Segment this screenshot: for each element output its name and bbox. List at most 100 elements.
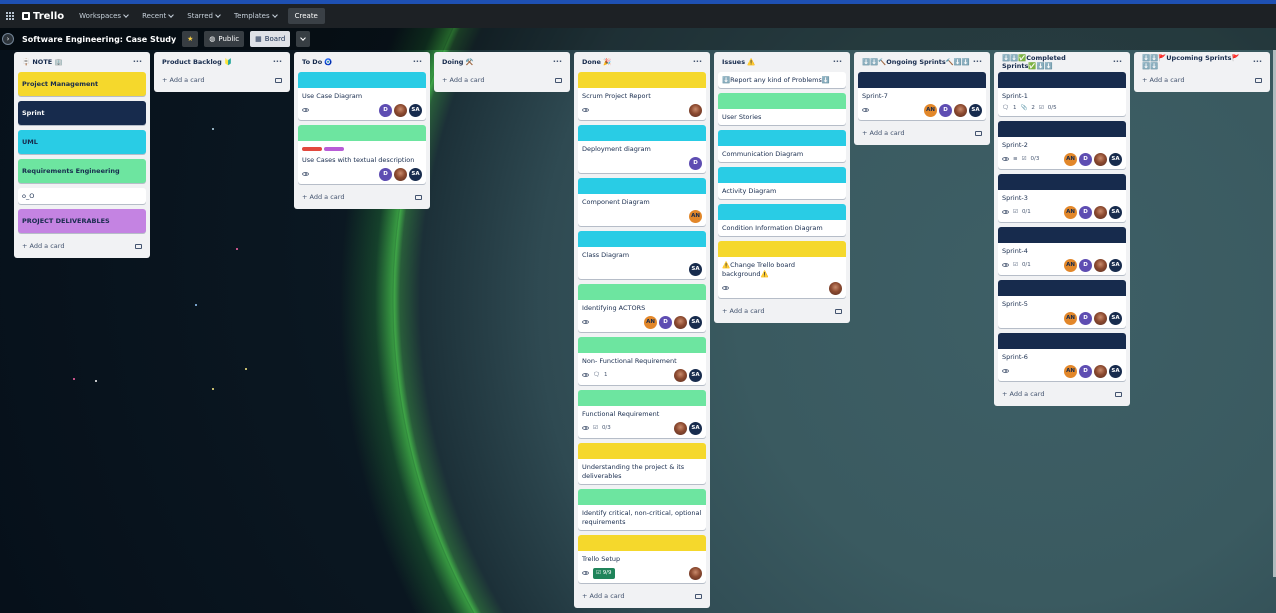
card[interactable]: Use Cases with textual description D SA xyxy=(298,125,426,184)
avatar[interactable]: SA xyxy=(409,103,422,117)
avatar[interactable]: AN xyxy=(689,209,702,223)
avatar[interactable] xyxy=(954,103,967,117)
list-title[interactable]: Issues ⚠️ xyxy=(722,58,755,66)
avatar[interactable]: AN xyxy=(1064,364,1077,378)
list-title[interactable]: ⬇️⬇️✅Completed Sprints✅⬇️⬇️ xyxy=(1002,54,1113,70)
avatar[interactable] xyxy=(674,368,687,382)
avatar[interactable]: D xyxy=(659,315,672,329)
avatar[interactable]: D xyxy=(1079,364,1092,378)
avatar[interactable]: AN xyxy=(1064,311,1077,325)
card-template-icon[interactable] xyxy=(835,308,842,314)
add-card-button[interactable]: + Add a card xyxy=(18,238,146,254)
card[interactable]: Activity Diagram xyxy=(718,167,846,199)
add-card-button[interactable]: + Add a card xyxy=(1138,72,1266,88)
avatar[interactable]: SA xyxy=(689,315,702,329)
card[interactable]: ⬇️Report any kind of Problems⬇️ xyxy=(718,72,846,88)
card[interactable]: Identify critical, non-critical, optiona… xyxy=(578,489,706,530)
card[interactable]: Non- Functional Requirement 🗨 1 SA xyxy=(578,337,706,385)
avatar[interactable]: SA xyxy=(409,167,422,181)
note-label-project-deliverables[interactable]: PROJECT DELIVERABLES xyxy=(18,209,146,233)
avatar[interactable]: D xyxy=(1079,205,1092,219)
avatar[interactable]: AN xyxy=(924,103,937,117)
avatar[interactable] xyxy=(394,167,407,181)
view-switcher-button[interactable] xyxy=(296,31,311,47)
card-template-icon[interactable] xyxy=(975,130,982,136)
card[interactable]: Scrum Project Report xyxy=(578,72,706,120)
avatar[interactable] xyxy=(1094,205,1107,219)
avatar[interactable]: SA xyxy=(969,103,982,117)
card[interactable]: Condition Information Diagram xyxy=(718,204,846,236)
list-doing[interactable]: Doing ⚒️ ··· + Add a card xyxy=(434,52,570,92)
list-menu-icon[interactable]: ··· xyxy=(413,58,422,66)
add-card-button[interactable]: + Add a card xyxy=(438,72,566,88)
add-card-button[interactable]: + Add a card xyxy=(718,303,846,319)
avatar[interactable]: AN xyxy=(644,315,657,329)
card-label[interactable] xyxy=(302,147,322,151)
card[interactable]: Deployment diagram D xyxy=(578,125,706,173)
note-label-sprint[interactable]: Sprint xyxy=(18,101,146,125)
add-card-button[interactable]: + Add a card xyxy=(578,588,706,604)
avatar[interactable] xyxy=(1094,152,1107,166)
add-card-button[interactable]: + Add a card xyxy=(158,72,286,88)
card[interactable]: Understanding the project & its delivera… xyxy=(578,443,706,484)
card[interactable]: Class Diagram SA xyxy=(578,231,706,279)
avatar[interactable]: AN xyxy=(1064,258,1077,272)
card[interactable]: Sprint-6 AN D SA xyxy=(998,333,1126,381)
list-menu-icon[interactable]: ··· xyxy=(553,58,562,66)
card[interactable]: Sprint-3 ☑ 0/1 AN D SA xyxy=(998,174,1126,222)
card-template-icon[interactable] xyxy=(135,243,142,249)
list-ongoing-sprints[interactable]: ⬇️⬇️🔨Ongoing Sprints🔨⬇️⬇️ ··· Sprint-7 AN… xyxy=(854,52,990,145)
avatar[interactable]: SA xyxy=(1109,258,1122,272)
avatar[interactable] xyxy=(829,281,842,295)
visibility-button[interactable]: ◍ Public xyxy=(204,31,245,47)
board-view-button[interactable]: ▦ Board xyxy=(250,31,291,47)
card[interactable]: Sprint-5 AN D SA xyxy=(998,280,1126,328)
avatar[interactable] xyxy=(1094,311,1107,325)
list-completed-sprints[interactable]: ⬇️⬇️✅Completed Sprints✅⬇️⬇️ ··· Sprint-1 … xyxy=(994,52,1130,406)
app-switcher-icon[interactable] xyxy=(6,12,14,20)
list-upcoming-sprints[interactable]: ⬇️⬇️🚩Upcoming Sprints🚩⬇️⬇️ ··· + Add a ca… xyxy=(1134,52,1270,92)
trello-logo[interactable]: Trello xyxy=(22,11,64,22)
avatar[interactable]: SA xyxy=(1109,152,1122,166)
card[interactable]: Sprint-1 🗨 1 📎 2 ☑ 0/5 xyxy=(998,72,1126,116)
list-product-backlog[interactable]: Product Backlog 🔰 ··· + Add a card xyxy=(154,52,290,92)
avatar[interactable] xyxy=(394,103,407,117)
card[interactable]: User Stories xyxy=(718,93,846,125)
starred-menu[interactable]: Starred xyxy=(182,8,225,24)
card[interactable]: Component Diagram AN xyxy=(578,178,706,226)
avatar[interactable]: D xyxy=(1079,311,1092,325)
list-title[interactable]: To Do 🧿 xyxy=(302,58,333,66)
list-title[interactable]: Product Backlog 🔰 xyxy=(162,58,232,66)
card-template-icon[interactable] xyxy=(415,194,422,200)
card-template-icon[interactable] xyxy=(1115,391,1122,397)
avatar[interactable]: SA xyxy=(689,262,702,276)
avatar[interactable]: AN xyxy=(1064,152,1077,166)
add-card-button[interactable]: + Add a card xyxy=(858,125,986,141)
card[interactable]: Identifying ACTORS AN D SA xyxy=(578,284,706,332)
avatar[interactable] xyxy=(689,566,702,580)
card[interactable]: Communication Diagram xyxy=(718,130,846,162)
avatar[interactable] xyxy=(674,315,687,329)
card[interactable]: Sprint-4 ☑ 0/1 AN D SA xyxy=(998,227,1126,275)
add-card-button[interactable]: + Add a card xyxy=(998,386,1126,402)
note-label-uml[interactable]: UML xyxy=(18,130,146,154)
note-label-project-management[interactable]: Project Management xyxy=(18,72,146,96)
list-menu-icon[interactable]: ··· xyxy=(133,58,142,66)
list-menu-icon[interactable]: ··· xyxy=(273,58,282,66)
list-done[interactable]: Done 🎉 ··· Scrum Project Report Deploymen… xyxy=(574,52,710,608)
avatar[interactable]: SA xyxy=(1109,205,1122,219)
card[interactable]: Sprint-7 AN D SA xyxy=(858,72,986,120)
note-label-oo[interactable]: o_O xyxy=(18,188,146,204)
avatar[interactable]: SA xyxy=(1109,311,1122,325)
recent-menu[interactable]: Recent xyxy=(137,8,178,24)
add-card-button[interactable]: + Add a card xyxy=(298,189,426,205)
avatar[interactable]: D xyxy=(689,156,702,170)
list-title[interactable]: Done 🎉 xyxy=(582,58,611,66)
list-title[interactable]: 🪧 NOTE 🏢 xyxy=(22,58,63,66)
board-title[interactable]: Software Engineering: Case Study xyxy=(22,35,176,44)
avatar[interactable]: D xyxy=(1079,152,1092,166)
list-issues[interactable]: Issues ⚠️ ··· ⬇️Report any kind of Proble… xyxy=(714,52,850,323)
workspaces-menu[interactable]: Workspaces xyxy=(74,8,133,24)
card[interactable]: ⚠️Change Trello board background⚠️ xyxy=(718,241,846,298)
templates-menu[interactable]: Templates xyxy=(229,8,282,24)
